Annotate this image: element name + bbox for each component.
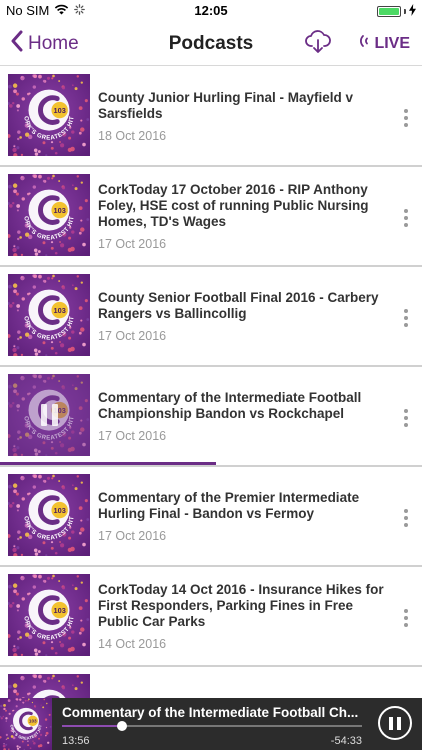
podcast-row[interactable]: 103CORK'S GREATEST HITSCounty Junior Hur…	[0, 67, 422, 167]
podcast-row[interactable]: 103CORK'S GREATEST HITSCommentary of the…	[0, 367, 422, 467]
podcast-title: Commentary of the Premier Intermediate H…	[98, 489, 360, 521]
podcast-text: Commentary of the Intermediate Football …	[98, 367, 386, 465]
podcast-date: 17 Oct 2016	[98, 528, 167, 543]
podcast-date: 18 Oct 2016	[98, 128, 167, 143]
podcast-artwork: 103CORK'S GREATEST HITS	[8, 474, 90, 556]
podcast-title: CorkToday 14 Oct 2016 - Insurance Hikes …	[98, 581, 384, 629]
charging-bolt-icon	[409, 4, 416, 19]
more-options-icon[interactable]	[400, 509, 412, 527]
cloud-download-icon	[305, 30, 331, 58]
now-playing-indicator	[0, 462, 216, 465]
more-options-icon[interactable]	[400, 209, 412, 227]
battery-cap	[404, 9, 406, 14]
mini-player[interactable]: 103CORK'S GREATEST HITS Commentary of th…	[0, 698, 422, 750]
more-options-icon[interactable]	[400, 409, 412, 427]
live-label: LIVE	[374, 34, 410, 52]
chevron-left-icon	[10, 30, 24, 58]
podcast-title: County Senior Football Final 2016 - Carb…	[98, 289, 379, 321]
podcast-row[interactable]: 103CORK'S GREATEST HITSCorkToday 17 Octo…	[0, 167, 422, 267]
podcast-artwork: 103CORK'S GREATEST HITS	[8, 174, 90, 256]
back-button[interactable]: Home	[10, 30, 79, 58]
live-button[interactable]: LIVE	[358, 34, 410, 53]
podcast-artwork: 103CORK'S GREATEST HITS	[8, 274, 90, 356]
podcast-title: CorkToday 17 October 2016 - RIP Anthony …	[98, 181, 369, 229]
svg-text:103: 103	[29, 719, 37, 724]
status-bar: No SIM 12:05	[0, 0, 422, 22]
back-label: Home	[28, 33, 79, 54]
podcast-artwork: 103CORK'S GREATEST HITS	[8, 574, 90, 656]
progress-fill	[62, 725, 122, 727]
progress-knob[interactable]	[117, 721, 127, 731]
podcast-text: CorkToday 17 October 2016 - RIP Anthony …	[98, 167, 386, 265]
podcast-row[interactable]: 103CORK'S GREATEST HITSCommentary of the…	[0, 467, 422, 567]
svg-text:103: 103	[54, 106, 66, 115]
navigation-bar: Home Podcasts LIVE	[0, 22, 422, 66]
svg-text:103: 103	[54, 306, 66, 315]
podcast-title: Commentary of the Intermediate Football …	[98, 389, 362, 421]
podcast-list: 103CORK'S GREATEST HITSCounty Junior Hur…	[0, 67, 422, 750]
podcast-text: Commentary of the Premier Intermediate H…	[98, 467, 386, 565]
podcast-text: County Senior Football Final 2016 - Carb…	[98, 267, 386, 365]
elapsed-time: 13:56	[62, 735, 90, 747]
podcast-row[interactable]: 103CORK'S GREATEST HITSCounty Senior Foo…	[0, 267, 422, 367]
svg-text:103: 103	[54, 506, 66, 515]
svg-text:103: 103	[54, 206, 66, 215]
broadcast-icon	[358, 34, 370, 53]
player-title: Commentary of the Intermediate Football …	[62, 705, 359, 720]
pause-button[interactable]	[378, 706, 412, 740]
more-options-icon[interactable]	[400, 309, 412, 327]
pause-icon[interactable]	[8, 374, 90, 456]
podcast-date: 17 Oct 2016	[98, 328, 167, 343]
more-options-icon[interactable]	[400, 609, 412, 627]
podcast-text: CorkToday 14 Oct 2016 - Insurance Hikes …	[98, 567, 386, 665]
podcast-date: 17 Oct 2016	[98, 428, 167, 443]
more-options-icon[interactable]	[400, 109, 412, 127]
battery-icon	[377, 6, 401, 17]
podcast-date: 14 Oct 2016	[98, 636, 167, 651]
podcast-text: County Junior Hurling Final - Mayfield v…	[98, 67, 386, 165]
progress-slider[interactable]	[62, 721, 362, 731]
pause-icon-bar-left	[389, 716, 393, 730]
status-right	[377, 4, 416, 19]
status-time: 12:05	[194, 3, 228, 18]
podcast-date: 17 Oct 2016	[98, 236, 167, 251]
remaining-time: -54:33	[330, 735, 362, 747]
cloud-download-button[interactable]	[305, 30, 331, 59]
player-artwork: 103CORK'S GREATEST HITS	[0, 698, 52, 750]
podcast-artwork: 103CORK'S GREATEST HITS	[8, 74, 90, 156]
podcast-title: County Junior Hurling Final - Mayfield v…	[98, 89, 354, 121]
podcast-row[interactable]: 103CORK'S GREATEST HITSCorkToday 14 Oct …	[0, 567, 422, 667]
pause-icon-bar-right	[397, 716, 401, 730]
podcast-artwork: 103CORK'S GREATEST HITS	[8, 374, 90, 456]
svg-text:103: 103	[54, 606, 66, 615]
